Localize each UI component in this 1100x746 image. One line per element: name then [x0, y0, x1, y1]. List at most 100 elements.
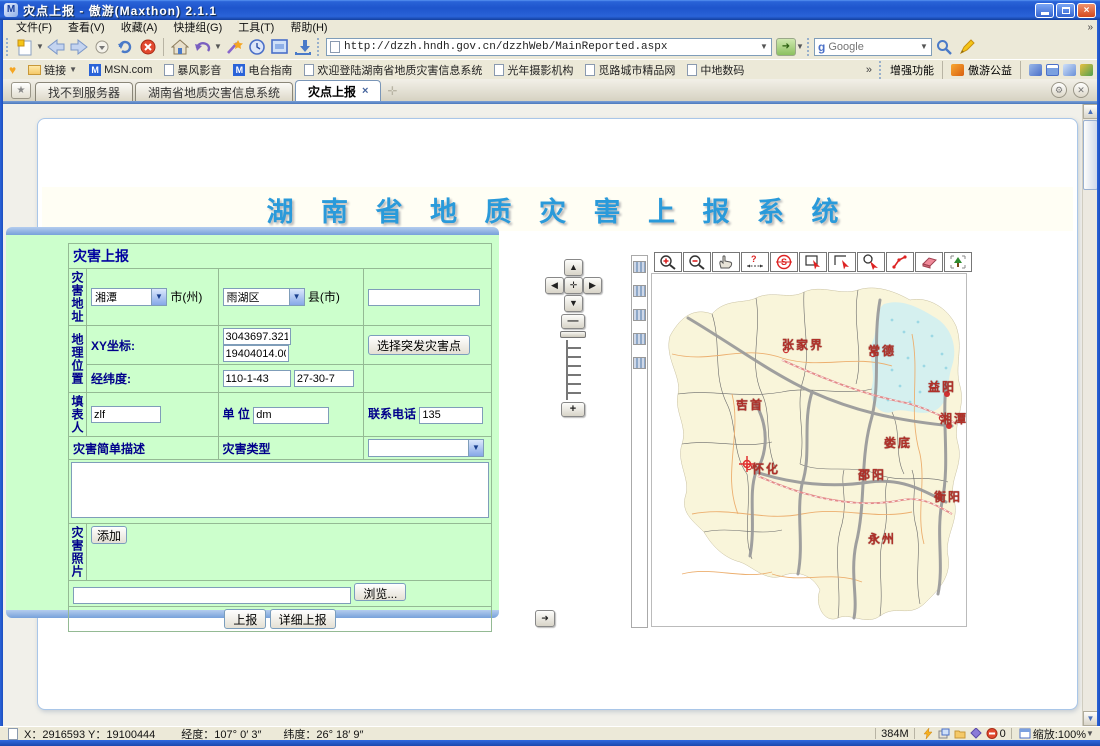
magic-fill-button[interactable]: [222, 36, 245, 58]
reporter-name-input[interactable]: [91, 406, 161, 423]
menu-file[interactable]: 文件(F): [9, 19, 59, 35]
minimize-button[interactable]: [1035, 3, 1054, 18]
new-tab-dropdown-icon[interactable]: ▼: [36, 42, 44, 51]
map-select-circle-button[interactable]: [857, 252, 885, 272]
history-dropdown-button[interactable]: [90, 36, 113, 58]
search-box[interactable]: g ▼: [814, 38, 932, 56]
menu-quickgroup[interactable]: 快捷组(G): [166, 19, 229, 35]
map-legend-icon-4[interactable]: [633, 333, 646, 345]
browse-button[interactable]: 浏览...: [354, 583, 406, 601]
map-legend-icon-1[interactable]: [633, 261, 646, 273]
pan-right-button[interactable]: ▶: [583, 277, 602, 294]
unit-input[interactable]: [253, 407, 329, 424]
map-select-rect-button[interactable]: [799, 252, 827, 272]
capture-button[interactable]: [268, 36, 291, 58]
bookmark-msn[interactable]: MMSN.com: [83, 64, 158, 76]
tab-hunan-geo-system[interactable]: 湖南省地质灾害信息系统: [135, 82, 293, 101]
expand-panel-button[interactable]: ➜: [535, 610, 555, 627]
pick-disaster-point-button[interactable]: 选择突发灾害点: [368, 335, 470, 355]
plugin-icon[interactable]: [1080, 64, 1093, 76]
map-pan-button[interactable]: [712, 252, 740, 272]
maxthon-charity-button[interactable]: 傲游公益: [968, 62, 1012, 78]
enhance-features-button[interactable]: 增强功能: [890, 62, 934, 78]
search-engine-dropdown-icon[interactable]: ▼: [920, 42, 928, 51]
pan-center-button[interactable]: ✛: [564, 277, 583, 294]
bookmark-milu[interactable]: 觅路城市精品网: [579, 62, 681, 78]
window-icon[interactable]: [1046, 64, 1059, 76]
zoom-level[interactable]: 缩放:100%: [1033, 726, 1086, 742]
map-measure-button[interactable]: ?: [741, 252, 769, 272]
zoom-slider-track[interactable]: [566, 340, 581, 400]
description-textarea[interactable]: [71, 462, 489, 518]
zoom-in-step-button[interactable]: +: [561, 402, 585, 417]
longitude-input[interactable]: [223, 370, 291, 387]
map-legend-icon-3[interactable]: [633, 309, 646, 321]
toolbar-grip[interactable]: [807, 38, 811, 56]
map-draw-line-button[interactable]: [886, 252, 914, 272]
go-button[interactable]: ➜: [776, 38, 796, 56]
history-clock-button[interactable]: [245, 36, 268, 58]
home-button[interactable]: [168, 36, 191, 58]
latitude-input[interactable]: [294, 370, 354, 387]
proxy-icon[interactable]: [1029, 64, 1042, 76]
download-button[interactable]: [291, 36, 314, 58]
toolbar-grip[interactable]: [6, 38, 10, 56]
ad-blocker-icon[interactable]: [986, 728, 998, 739]
submit-report-button[interactable]: 上报: [224, 609, 266, 629]
close-button[interactable]: ×: [1077, 3, 1096, 18]
map-eraser-button[interactable]: [915, 252, 943, 272]
menu-favorites[interactable]: 收藏(A): [114, 19, 165, 35]
restore-button[interactable]: [1056, 3, 1075, 18]
address-detail-input[interactable]: [368, 289, 480, 306]
favorites-heart-icon[interactable]: ♥: [3, 63, 22, 77]
menu-tools[interactable]: 工具(T): [231, 19, 281, 35]
tab-disaster-report[interactable]: 灾点上报 ×: [295, 80, 381, 101]
phone-input[interactable]: [419, 407, 483, 424]
bookmark-zhongdi[interactable]: 中地数码: [681, 62, 750, 78]
chevron-down-icon[interactable]: ▼: [289, 289, 304, 305]
map-zoom-out-button[interactable]: [683, 252, 711, 272]
go-dropdown-icon[interactable]: ▼: [796, 42, 804, 51]
bookmark-radio-guide[interactable]: M电台指南: [227, 62, 298, 78]
back-button[interactable]: [44, 36, 67, 58]
notes-icon[interactable]: [1063, 64, 1076, 76]
bookmark-guangnian[interactable]: 光年摄影机构: [488, 62, 579, 78]
new-tab-button[interactable]: [13, 36, 36, 58]
y-coordinate-input[interactable]: [223, 345, 289, 362]
map-legend-icon-2[interactable]: [633, 285, 646, 297]
layout-icon[interactable]: [1019, 728, 1031, 739]
x-coordinate-input[interactable]: [223, 328, 291, 345]
filter-icon[interactable]: [970, 728, 982, 739]
toolbar-grip[interactable]: [317, 38, 321, 56]
vertical-scrollbar[interactable]: ▲ ▼: [1082, 104, 1097, 726]
boost-lightning-icon[interactable]: [922, 728, 934, 739]
refresh-button[interactable]: [113, 36, 136, 58]
menu-view[interactable]: 查看(V): [61, 19, 112, 35]
photo-file-input[interactable]: [73, 587, 351, 604]
map-deselect-rect-button[interactable]: [828, 252, 856, 272]
close-tab-button[interactable]: ✕: [1073, 82, 1089, 98]
zoom-out-step-button[interactable]: —: [561, 314, 585, 329]
map-zoom-in-button[interactable]: [654, 252, 682, 272]
menu-overflow-chevron-icon[interactable]: »: [1087, 22, 1093, 33]
new-tab-plus-icon[interactable]: ✛: [387, 84, 397, 98]
scroll-down-icon[interactable]: ▼: [1083, 711, 1098, 726]
add-photo-button[interactable]: 添加: [91, 526, 127, 544]
url-dropdown-icon[interactable]: ▼: [760, 42, 768, 51]
detail-report-button[interactable]: 详细上报: [270, 609, 336, 629]
bookmarks-overflow-chevron-icon[interactable]: »: [866, 64, 872, 76]
address-bar[interactable]: http://dzzh.hndh.gov.cn/dzzhWeb/MainRepo…: [326, 38, 772, 56]
city-select[interactable]: 湘潭 ▼: [91, 288, 167, 306]
folder-status-icon[interactable]: [954, 728, 966, 739]
tab-settings-button[interactable]: ⚙: [1051, 82, 1067, 98]
forward-button[interactable]: [67, 36, 90, 58]
search-go-button[interactable]: [932, 36, 955, 58]
url-text[interactable]: http://dzzh.hndh.gov.cn/dzzhWeb/MainRepo…: [344, 41, 760, 53]
popup-windows-icon[interactable]: [938, 728, 950, 739]
search-input[interactable]: [828, 41, 920, 53]
stop-button[interactable]: [136, 36, 159, 58]
menu-help[interactable]: 帮助(H): [283, 19, 334, 35]
hunan-map[interactable]: 张家界 常德 益阳 吉首 湘潭 娄底 怀化 邵阳 衡阳 永州: [651, 273, 967, 627]
map-scale-button[interactable]: S: [770, 252, 798, 272]
undo-dropdown-icon[interactable]: ▼: [214, 42, 222, 51]
